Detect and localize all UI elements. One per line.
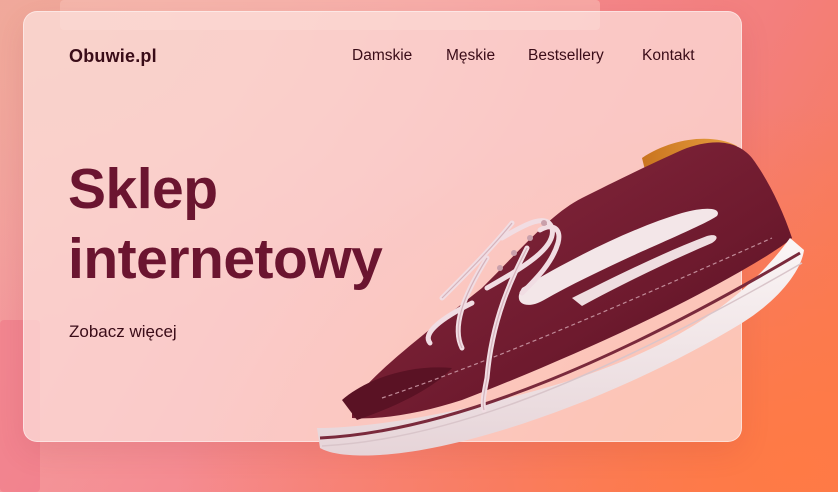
shoe-image — [317, 138, 804, 456]
see-more-link[interactable]: Zobacz więcej — [69, 322, 177, 342]
nav-link-bestsellery[interactable]: Bestsellery — [528, 47, 604, 65]
nav-link-meskie[interactable]: Męskie — [446, 47, 495, 65]
nav-link-kontakt[interactable]: Kontakt — [642, 47, 695, 65]
nav-link-damskie[interactable]: Damskie — [352, 47, 412, 65]
site-logo[interactable]: Obuwie.pl — [69, 46, 157, 67]
